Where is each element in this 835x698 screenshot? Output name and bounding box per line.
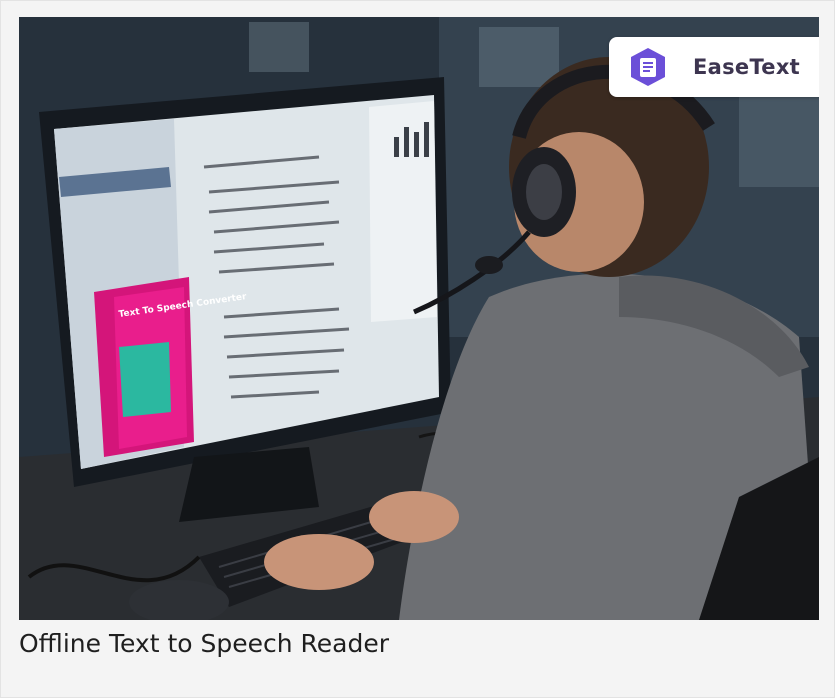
left-hand [264, 534, 374, 590]
right-hand [369, 491, 459, 543]
hero-image[interactable]: Text To Speech Converter EaseText [19, 17, 819, 620]
article-card: Text To Speech Converter EaseText Offlin… [0, 0, 835, 698]
headset-microphone [475, 256, 503, 274]
easetext-logo-icon [631, 48, 665, 86]
brand-badge[interactable]: EaseText [609, 37, 819, 97]
image-caption[interactable]: Offline Text to Speech Reader [19, 627, 389, 661]
illustration-svg: Text To Speech Converter [19, 17, 819, 620]
brand-name: EaseText [693, 55, 801, 79]
